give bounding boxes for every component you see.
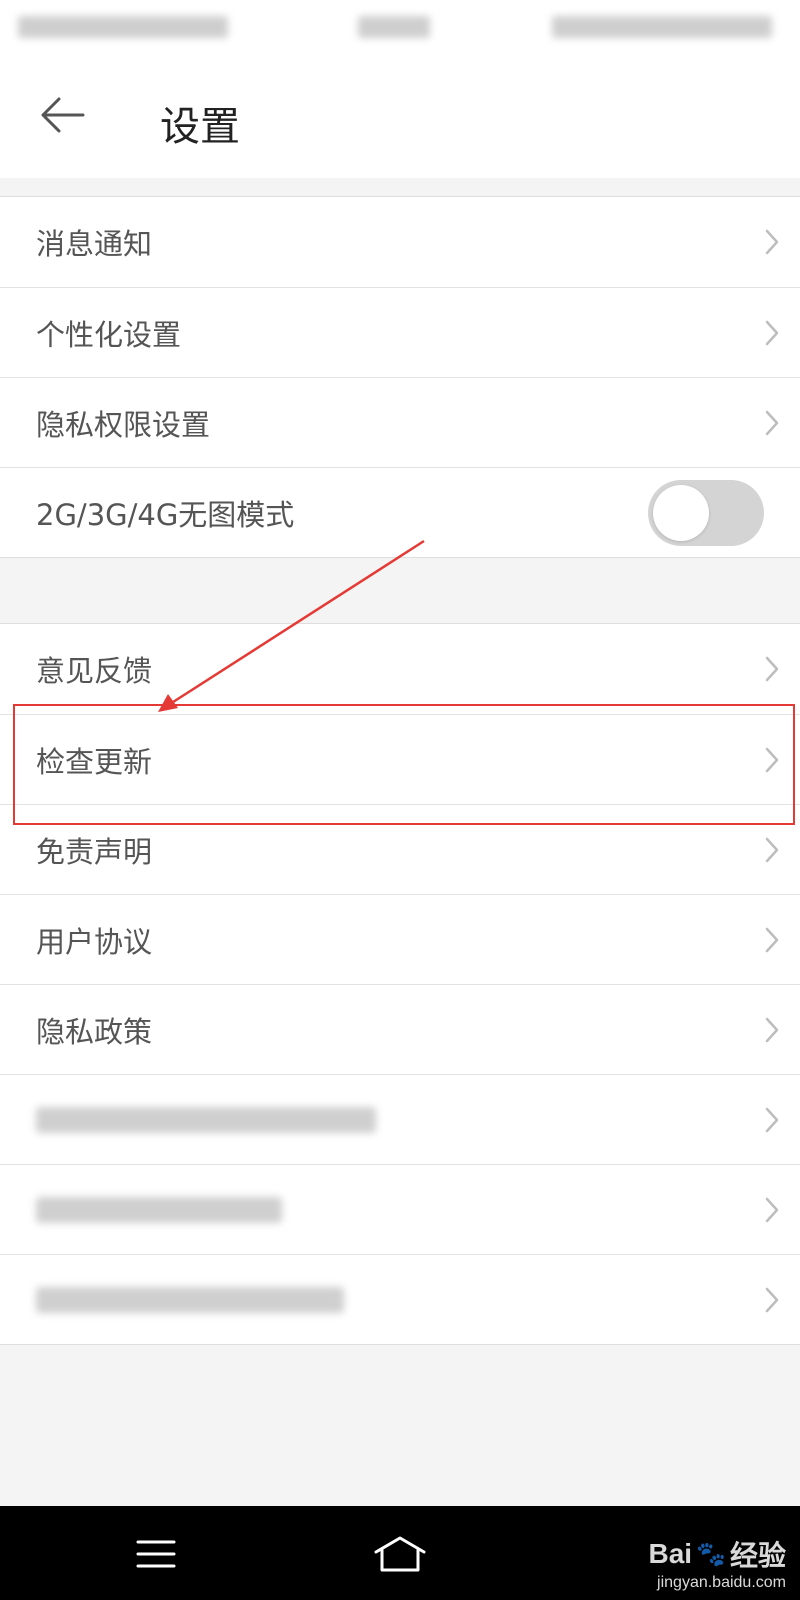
no-image-mode-toggle[interactable] — [648, 479, 764, 546]
chevron-right-icon — [765, 927, 779, 952]
watermark-brand-left: Bai — [648, 1538, 693, 1569]
baidu-jingyan-watermark: Bai 🐾 经验 jingyan.baidu.com — [649, 1534, 786, 1592]
status-icons-blurred — [552, 16, 772, 38]
back-arrow-icon — [41, 97, 85, 133]
menu-icon — [136, 1540, 176, 1568]
settings-item-label: 免责声明 — [36, 834, 153, 869]
title-bar: 设置 — [0, 56, 800, 178]
settings-item-label: 2G/3G/4G无图模式 — [36, 497, 295, 532]
paw-icon: 🐾 — [696, 1540, 726, 1568]
chevron-right-icon — [765, 320, 779, 345]
chevron-right-icon — [765, 1197, 779, 1222]
blurred-label — [36, 1196, 282, 1223]
status-time-blurred — [358, 16, 430, 38]
system-nav-bar: Bai 🐾 经验 jingyan.baidu.com — [0, 1506, 800, 1600]
settings-group-general: 消息通知 个性化设置 隐私权限设置 2G/3G/4G无图模式 — [0, 196, 800, 558]
status-carrier-blurred — [18, 16, 228, 38]
chevron-right-icon — [765, 229, 779, 255]
settings-group-about: 意见反馈 检查更新 免责声明 用户协议 隐私政策 — [0, 623, 800, 1345]
settings-item-label: 检查更新 — [36, 744, 153, 779]
settings-item-personalization[interactable]: 个性化设置 — [0, 287, 800, 377]
settings-item-disclaimer[interactable]: 免责声明 — [0, 804, 800, 894]
settings-item-label: 消息通知 — [36, 227, 153, 261]
blurred-label — [36, 1106, 376, 1133]
chevron-right-icon — [765, 837, 779, 862]
settings-item-label: 个性化设置 — [36, 317, 182, 352]
settings-item-feedback[interactable]: 意见反馈 — [0, 624, 800, 714]
settings-item-blurred-3[interactable] — [0, 1254, 800, 1344]
home-icon — [374, 1536, 426, 1572]
chevron-right-icon — [765, 1107, 779, 1132]
settings-item-privacy-policy[interactable]: 隐私政策 — [0, 984, 800, 1074]
chevron-right-icon — [765, 1017, 779, 1042]
watermark-logo: Bai 🐾 经验 — [649, 1534, 786, 1574]
settings-item-privacy-permissions[interactable]: 隐私权限设置 — [0, 377, 800, 467]
toggle-knob — [653, 484, 709, 541]
back-button[interactable] — [34, 90, 90, 140]
settings-item-user-agreement[interactable]: 用户协议 — [0, 894, 800, 984]
chevron-right-icon — [765, 656, 779, 682]
page-title: 设置 — [160, 104, 240, 150]
watermark-url: jingyan.baidu.com — [657, 1574, 786, 1591]
settings-item-label: 隐私权限设置 — [36, 407, 211, 442]
settings-item-no-image-mode: 2G/3G/4G无图模式 — [0, 467, 800, 557]
status-bar — [0, 0, 800, 56]
menu-button[interactable] — [116, 1524, 196, 1584]
settings-item-blurred-2[interactable] — [0, 1164, 800, 1254]
blurred-label — [36, 1286, 344, 1313]
watermark-brand-right: 经验 — [729, 1540, 786, 1571]
home-button[interactable] — [360, 1524, 440, 1584]
settings-item-label: 隐私政策 — [36, 1014, 153, 1049]
settings-item-blurred-1[interactable] — [0, 1074, 800, 1164]
settings-item-label: 用户协议 — [36, 924, 153, 959]
chevron-right-icon — [765, 410, 779, 435]
settings-item-check-update[interactable]: 检查更新 — [0, 714, 800, 804]
settings-item-label: 意见反馈 — [36, 654, 153, 688]
chevron-right-icon — [765, 1287, 779, 1312]
settings-item-notifications[interactable]: 消息通知 — [0, 197, 800, 287]
chevron-right-icon — [765, 747, 779, 772]
